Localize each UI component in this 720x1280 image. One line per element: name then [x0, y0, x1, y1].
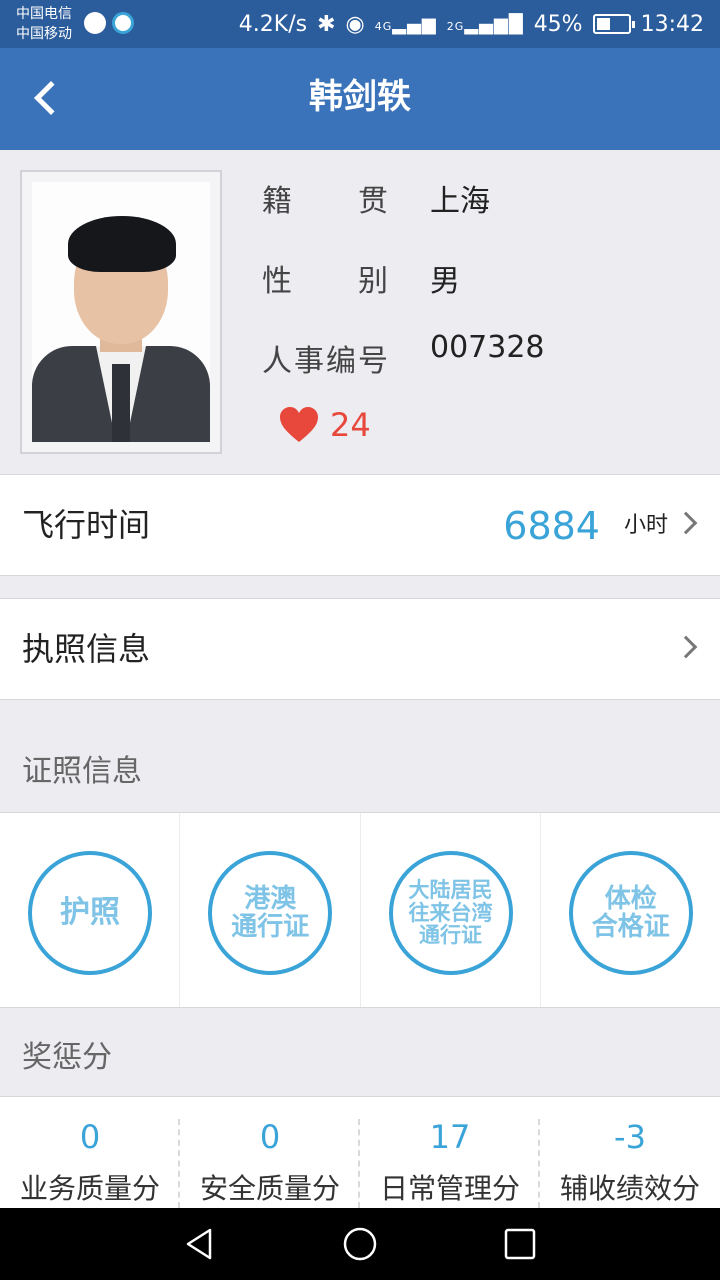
cert-medical-icon: 体检 合格证 — [568, 851, 693, 975]
chevron-right-icon — [674, 511, 698, 535]
score-label: 日常管理分 — [379, 1172, 520, 1205]
nav-back-icon[interactable] — [182, 1226, 218, 1262]
score-safety-quality[interactable]: 0 安全质量分 — [180, 1097, 360, 1208]
status-bar: 中国电信 中国移动 4.2K/s ✱ ◉ 4G▂▄▆ 2G▂▄▆█ 45% 13… — [0, 0, 720, 48]
battery-percent: 45% — [533, 11, 583, 37]
staff-id-row: 人事编号 007328 — [262, 330, 545, 380]
cert-label: 港澳 通行证 — [231, 883, 310, 942]
signal-icon-2: 2G▂▄▆█ — [446, 13, 524, 35]
cert-hk-macau-icon: 港澳 通行证 — [208, 851, 333, 975]
score-value: 0 — [79, 1118, 101, 1156]
battery-fill — [596, 18, 611, 30]
native-place-value: 上海 — [430, 184, 490, 219]
certificates-section-title: 证照信息 — [22, 754, 142, 789]
nav-home-icon[interactable] — [342, 1226, 378, 1262]
cert-hk-macau-permit[interactable]: 港澳 通行证 — [180, 813, 361, 1007]
license-info-row[interactable]: 执照信息 — [0, 598, 720, 700]
flight-time-unit: 小时 — [623, 513, 668, 538]
score-ancillary-revenue[interactable]: -3 辅收绩效分 — [540, 1097, 720, 1208]
notification-icons — [84, 12, 134, 34]
net-speed: 4.2K/s — [238, 11, 308, 37]
status-right: 4.2K/s ✱ ◉ 4G▂▄▆ 2G▂▄▆█ 45% 13:42 — [239, 0, 704, 48]
gender-row: 性别 男 — [262, 256, 460, 300]
cert-taiwan-icon: 大陆居民 往来台湾 通行证 — [388, 851, 513, 975]
profile-photo — [32, 182, 210, 442]
score-value: 17 — [429, 1118, 471, 1156]
avatar[interactable] — [20, 170, 222, 454]
score-label: 安全质量分 — [199, 1172, 340, 1205]
cert-medical[interactable]: 体检 合格证 — [541, 813, 720, 1007]
score-business-quality[interactable]: 0 业务质量分 — [0, 1097, 180, 1208]
carrier-2: 中国移动 — [16, 26, 72, 42]
score-value: 0 — [259, 1118, 281, 1156]
net-type-1: 4G — [374, 19, 393, 33]
cert-label: 护照 — [60, 894, 120, 930]
clock: 13:42 — [640, 11, 704, 37]
staff-id-label: 人事编号 — [262, 344, 388, 379]
nav-bar: 韩剑轶 — [0, 48, 720, 150]
native-place-row: 籍贯 上海 — [262, 176, 490, 220]
scores-section-title: 奖惩分 — [22, 1040, 112, 1075]
cert-label: 大陆居民 往来台湾 通行证 — [408, 877, 493, 948]
page-title: 韩剑轶 — [309, 77, 411, 117]
flight-time-row[interactable]: 飞行时间 6884 小时 — [0, 474, 720, 576]
score-label: 业务质量分 — [19, 1172, 160, 1205]
scores-panel: 0 业务质量分 0 安全质量分 17 日常管理分 -3 辅收绩效分 — [0, 1096, 720, 1208]
cert-passport[interactable]: 护照 — [0, 813, 181, 1007]
like-count: 24 — [330, 406, 371, 444]
photo-hair — [68, 216, 176, 272]
heart-icon — [280, 407, 318, 442]
score-daily-management[interactable]: 17 日常管理分 — [360, 1097, 540, 1208]
net-type-2: 2G — [446, 19, 465, 33]
system-nav-bar — [0, 1208, 720, 1280]
score-label: 辅收绩效分 — [559, 1172, 700, 1205]
certificates-grid: 护照 港澳 通行证 大陆居民 往来台湾 通行证 体检 合格证 — [0, 812, 720, 1008]
carrier-1: 中国电信 — [16, 6, 72, 22]
chevron-right-icon — [674, 635, 698, 659]
like-counter[interactable]: 24 — [278, 406, 371, 444]
chevron-left-icon — [34, 81, 68, 115]
cert-taiwan-permit[interactable]: 大陆居民 往来台湾 通行证 — [361, 813, 541, 1007]
bluetooth-icon: ✱ — [317, 11, 336, 37]
app-notification-icon — [84, 12, 106, 34]
photo-tie — [112, 364, 130, 442]
flight-time-label: 飞行时间 — [22, 506, 151, 544]
app-notification-icon-2 — [112, 12, 134, 34]
cert-label: 体检 合格证 — [591, 883, 670, 942]
flight-time-value: 6884 — [503, 504, 600, 548]
eye-icon: ◉ — [345, 11, 365, 37]
license-info-label: 执照信息 — [22, 630, 151, 668]
back-button[interactable] — [18, 70, 74, 126]
profile-card: 籍贯 上海 性别 男 人事编号 007328 24 — [0, 150, 720, 474]
battery-icon — [592, 14, 635, 34]
gender-label: 性别 — [262, 264, 388, 299]
cert-passport-icon: 护照 — [28, 851, 152, 975]
native-place-label: 籍贯 — [262, 184, 388, 219]
carrier-names: 中国电信 中国移动 — [16, 4, 72, 44]
gender-value: 男 — [430, 264, 460, 299]
score-value: -3 — [614, 1118, 646, 1156]
staff-id-value: 007328 — [430, 330, 545, 365]
signal-icon-1: 4G▂▄▆ — [374, 13, 437, 35]
nav-recents-icon[interactable] — [502, 1226, 538, 1262]
